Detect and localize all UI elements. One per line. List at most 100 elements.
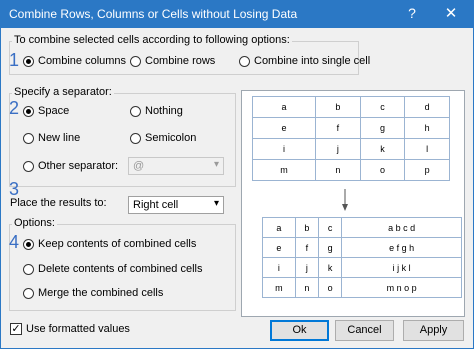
radio-dot [23, 132, 34, 144]
radio-label: New line [38, 132, 81, 144]
table-cell: k [318, 257, 343, 278]
radio-dot [130, 132, 141, 144]
radio-dot [23, 263, 34, 275]
table-cell: b [315, 96, 361, 118]
checkbox-label: Use formatted values [26, 323, 130, 335]
table-cell: d [404, 96, 450, 118]
table-cell: b [294, 217, 320, 238]
radio-dot [130, 55, 141, 67]
table-cell: j [294, 257, 320, 278]
place-results-value: Right cell [133, 199, 179, 211]
table-row: ijkl [251, 138, 450, 160]
options-legend: Options: [12, 217, 57, 229]
table-cell: i j k l [341, 257, 462, 278]
table-row: efge f g h [262, 237, 462, 258]
table-cell: i [251, 138, 317, 160]
table-cell: g [318, 237, 343, 258]
radio-nothing[interactable]: Nothing [130, 105, 183, 117]
dialog-window: Combine Rows, Columns or Cells without L… [0, 0, 474, 349]
table-cell: l [404, 138, 450, 160]
radio-dot [239, 55, 250, 67]
preview-before-table: abcdefghijklmnop [251, 96, 450, 181]
help-button[interactable]: ? [404, 5, 420, 21]
place-results-select[interactable]: Right cell ▾ [128, 196, 224, 214]
step-1-marker: 1 [9, 50, 20, 70]
arrow-down-icon [342, 189, 348, 211]
radio-dot [23, 105, 34, 117]
table-row: efgh [251, 117, 450, 139]
table-cell: a [262, 217, 296, 238]
table-row: mnop [251, 159, 450, 181]
combine-mode-legend: To combine selected cells according to f… [12, 34, 292, 46]
radio-label: Semicolon [145, 132, 197, 144]
radio-combine-columns[interactable]: Combine columns [23, 55, 126, 67]
table-cell: f [315, 117, 361, 139]
step-2-marker: 2 [9, 98, 20, 118]
table-cell: f [294, 237, 320, 258]
table-cell: e f g h [341, 237, 462, 258]
table-cell: o [359, 159, 406, 181]
table-cell: m [262, 277, 296, 298]
table-cell: n [315, 159, 361, 181]
table-cell: m [251, 159, 317, 181]
cancel-button[interactable]: Cancel [335, 320, 394, 341]
radio-dot [130, 105, 141, 117]
table-row: mnom n o p [262, 277, 462, 298]
radio-dot [23, 160, 34, 172]
radio-label: Delete contents of combined cells [38, 263, 203, 275]
table-row: abcd [251, 96, 450, 118]
title-bar: Combine Rows, Columns or Cells without L… [1, 1, 473, 28]
radio-semicolon[interactable]: Semicolon [130, 132, 196, 144]
chevron-down-icon: ▾ [213, 159, 219, 170]
radio-dot [23, 238, 34, 250]
preview-after-table: abca b c defge f g hijki j k lmnom n o p [262, 217, 462, 298]
chevron-down-icon: ▾ [213, 198, 219, 209]
radio-merge-cells[interactable]: Merge the combined cells [23, 287, 163, 299]
radio-combine-single-cell[interactable]: Combine into single cell [239, 55, 370, 67]
radio-delete-contents[interactable]: Delete contents of combined cells [23, 263, 202, 275]
table-cell: g [359, 117, 406, 139]
other-separator-input[interactable]: @ ▾ [128, 157, 224, 175]
table-cell: h [404, 117, 450, 139]
table-cell: j [315, 138, 361, 160]
ok-button[interactable]: Ok [270, 320, 329, 341]
table-row: ijki j k l [262, 257, 462, 278]
close-icon[interactable]: ✕ [441, 4, 461, 22]
table-cell: c [359, 96, 406, 118]
table-row: abca b c d [262, 217, 462, 238]
table-cell: o [318, 277, 343, 298]
table-cell: n [294, 277, 320, 298]
radio-label: Combine rows [145, 55, 216, 67]
radio-dot [23, 55, 34, 67]
other-separator-value: @ [133, 160, 145, 172]
checkbox-box: ✓ [10, 323, 22, 335]
table-cell: a b c d [341, 217, 462, 238]
radio-space[interactable]: Space [23, 105, 69, 117]
radio-combine-rows[interactable]: Combine rows [130, 55, 215, 67]
place-results-label: Place the results to: [10, 197, 107, 209]
table-cell: a [251, 96, 317, 118]
radio-label: Merge the combined cells [38, 287, 164, 299]
radio-label: Keep contents of combined cells [38, 238, 197, 250]
step-4-marker: 4 [9, 232, 20, 252]
window-title: Combine Rows, Columns or Cells without L… [9, 7, 298, 21]
table-cell: k [359, 138, 406, 160]
table-cell: m n o p [341, 277, 462, 298]
radio-other-separator[interactable]: Other separator: [23, 160, 118, 172]
radio-label: Other separator: [38, 160, 119, 172]
table-cell: c [318, 217, 343, 238]
table-cell: e [262, 237, 296, 258]
use-formatted-values-checkbox[interactable]: ✓ Use formatted values [10, 323, 130, 335]
radio-label: Combine into single cell [254, 55, 371, 67]
separator-legend: Specify a separator: [12, 86, 114, 98]
radio-label: Nothing [145, 105, 183, 117]
radio-label: Combine columns [38, 55, 127, 67]
table-cell: e [251, 117, 317, 139]
table-cell: p [404, 159, 450, 181]
radio-keep-contents[interactable]: Keep contents of combined cells [23, 238, 196, 250]
radio-new-line[interactable]: New line [23, 132, 80, 144]
radio-dot [23, 287, 34, 299]
radio-label: Space [38, 105, 70, 117]
table-cell: i [262, 257, 296, 278]
apply-button[interactable]: Apply [403, 320, 464, 341]
